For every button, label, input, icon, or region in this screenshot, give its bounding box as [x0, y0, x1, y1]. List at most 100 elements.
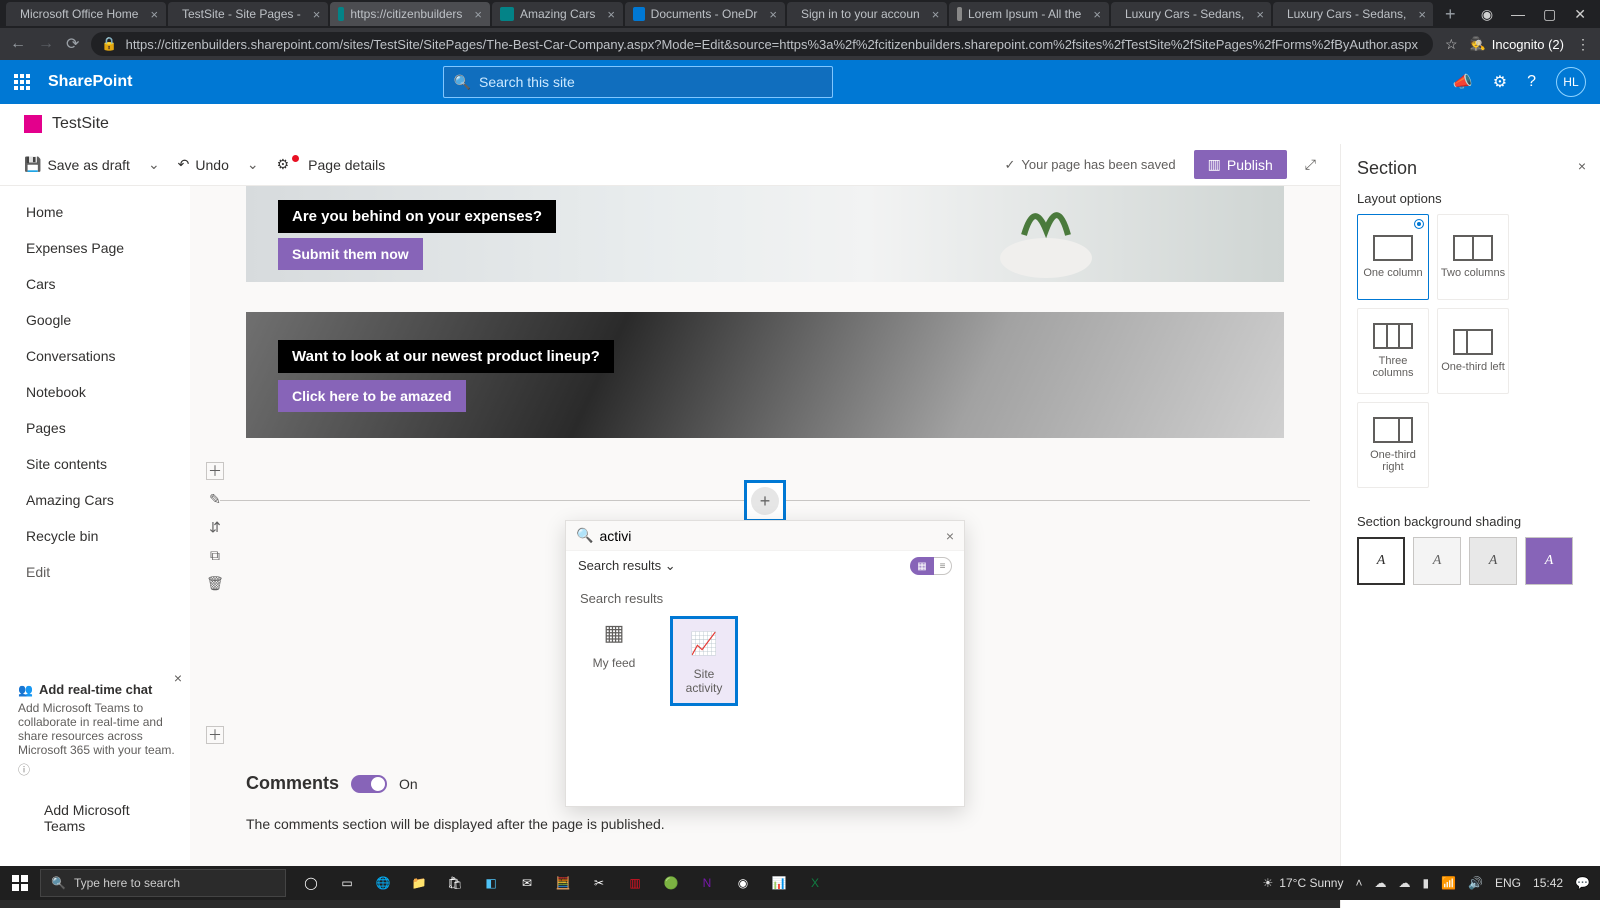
nav-expenses[interactable]: Expenses Page	[0, 230, 190, 266]
empty-section[interactable]: + 🔍 × Search results ⌄ ▦ ≡ Search result…	[190, 468, 1340, 728]
browser-tab[interactable]: Documents - OneDr×	[625, 2, 785, 26]
close-icon[interactable]: ×	[932, 7, 940, 22]
battery-icon[interactable]: ▮	[1422, 876, 1429, 890]
calc-icon[interactable]: 🧮	[548, 869, 578, 897]
browser-tab[interactable]: Lorem Ipsum - All the×	[949, 2, 1109, 26]
browser-tab-active[interactable]: https://citizenbuilders×	[330, 2, 490, 26]
teams-link[interactable]: Add Microsoft Teams	[18, 792, 178, 844]
avatar[interactable]: HL	[1556, 67, 1586, 97]
forward-icon[interactable]: →	[38, 35, 54, 53]
layout-one-column[interactable]: One column	[1357, 214, 1429, 300]
app-icon[interactable]: ▥	[620, 869, 650, 897]
gear-icon[interactable]: ⚙	[1493, 72, 1507, 92]
hero-webpart-1[interactable]: Are you behind on your expenses? Submit …	[246, 186, 1284, 282]
url-input[interactable]: 🔒 https://citizenbuilders.sharepoint.com…	[91, 32, 1433, 56]
language-indicator[interactable]: ENG	[1495, 876, 1521, 890]
chevron-down-icon[interactable]: ⌄	[247, 156, 259, 173]
publish-button[interactable]: ▥Publish	[1194, 150, 1287, 179]
app-launcher-icon[interactable]	[0, 74, 44, 90]
shade-soft[interactable]: A	[1469, 537, 1517, 585]
close-icon[interactable]: ×	[1578, 158, 1586, 174]
wifi-icon[interactable]: 📶	[1441, 876, 1456, 890]
expand-icon[interactable]: ⤢	[1305, 156, 1316, 173]
close-icon[interactable]: ×	[769, 7, 777, 22]
save-draft-button[interactable]: 💾Save as draft	[24, 156, 130, 173]
comments-toggle[interactable]	[351, 775, 387, 793]
incognito-badge[interactable]: 🕵️Incognito (2)	[1470, 36, 1564, 52]
undo-button[interactable]: ↶Undo	[178, 156, 229, 173]
nav-edit[interactable]: Edit	[0, 554, 190, 590]
close-icon[interactable]: ×	[1093, 7, 1101, 22]
close-icon[interactable]: ×	[174, 670, 182, 686]
nav-pages[interactable]: Pages	[0, 410, 190, 446]
view-toggle[interactable]: ▦ ≡	[910, 557, 952, 575]
store-icon[interactable]: 🛍	[440, 869, 470, 897]
page-details-button[interactable]: ⚙Page details	[277, 156, 386, 173]
shade-strong[interactable]: A	[1525, 537, 1573, 585]
mail-icon[interactable]: ✉	[512, 869, 542, 897]
start-button[interactable]	[0, 875, 40, 891]
chevron-down-icon[interactable]: ⌄	[148, 156, 160, 173]
hero-webpart-2[interactable]: Want to look at our newest product lineu…	[246, 312, 1284, 438]
reload-icon[interactable]: ⟳	[66, 34, 79, 54]
info-icon[interactable]: ⓘ	[18, 761, 178, 778]
layout-one-third-right[interactable]: One-third right	[1357, 402, 1429, 488]
shade-none[interactable]: A	[1357, 537, 1405, 585]
browser-tab[interactable]: Luxury Cars - Sedans,×	[1273, 2, 1433, 26]
obs-icon[interactable]: ◉	[728, 869, 758, 897]
nav-site-contents[interactable]: Site contents	[0, 446, 190, 482]
webpart-my-feed[interactable]: ▦ My feed	[580, 616, 648, 706]
clear-icon[interactable]: ×	[946, 528, 954, 544]
explorer-icon[interactable]: 📁	[404, 869, 434, 897]
add-section-below[interactable]: ＋	[206, 726, 224, 744]
new-tab-button[interactable]: +	[1435, 4, 1466, 25]
browser-tab[interactable]: Luxury Cars - Sedans,×	[1111, 2, 1271, 26]
results-dropdown[interactable]: Search results ⌄	[578, 558, 676, 574]
webpart-site-activity[interactable]: 📈 Site activity	[670, 616, 738, 706]
search-input[interactable]: 🔍 Search this site	[443, 66, 833, 98]
webpart-search-input[interactable]	[599, 528, 945, 544]
task-view-icon[interactable]: ◯	[296, 869, 326, 897]
site-name[interactable]: TestSite	[52, 115, 109, 133]
clock[interactable]: 15:42	[1533, 876, 1563, 890]
nav-notebook[interactable]: Notebook	[0, 374, 190, 410]
chrome-icon[interactable]: 🟢	[656, 869, 686, 897]
list-view-icon[interactable]: ≡	[934, 557, 952, 575]
excel-icon[interactable]: X	[800, 869, 830, 897]
layout-two-columns[interactable]: Two columns	[1437, 214, 1509, 300]
kebab-menu-icon[interactable]: ⋮	[1576, 36, 1590, 53]
cortana-icon[interactable]: ▭	[332, 869, 362, 897]
close-window-icon[interactable]: ✕	[1574, 6, 1586, 23]
app-icon[interactable]: ◧	[476, 869, 506, 897]
megaphone-icon[interactable]: 📣	[1453, 72, 1473, 92]
browser-tab[interactable]: Microsoft Office Home×	[6, 2, 166, 26]
minimize-icon[interactable]: —	[1511, 6, 1525, 23]
hero-cta-button[interactable]: Click here to be amazed	[278, 380, 466, 412]
taskbar-search[interactable]: 🔍Type here to search	[40, 869, 286, 897]
app-icon[interactable]: 📊	[764, 869, 794, 897]
grid-view-icon[interactable]: ▦	[910, 557, 934, 575]
browser-tab[interactable]: Amazing Cars×	[492, 2, 623, 26]
maximize-icon[interactable]: ▢	[1543, 6, 1556, 23]
snip-icon[interactable]: ✂	[584, 869, 614, 897]
close-icon[interactable]: ×	[607, 7, 615, 22]
help-icon[interactable]: ?	[1527, 73, 1536, 91]
notifications-icon[interactable]: 💬	[1575, 876, 1590, 890]
layout-one-third-left[interactable]: One-third left	[1437, 308, 1509, 394]
close-icon[interactable]: ×	[313, 7, 321, 22]
onedrive-icon[interactable]: ☁	[1374, 876, 1386, 890]
onenote-icon[interactable]: N	[692, 869, 722, 897]
account-icon[interactable]: ◉	[1481, 6, 1493, 23]
nav-home[interactable]: Home	[0, 194, 190, 230]
nav-conversations[interactable]: Conversations	[0, 338, 190, 374]
close-icon[interactable]: ×	[1418, 7, 1426, 22]
add-webpart-button[interactable]: +	[744, 480, 786, 522]
weather-widget[interactable]: ☀17°C Sunny	[1263, 876, 1344, 890]
nav-amazing-cars[interactable]: Amazing Cars	[0, 482, 190, 518]
volume-icon[interactable]: 🔊	[1468, 876, 1483, 890]
star-icon[interactable]: ☆	[1445, 36, 1458, 53]
browser-tab[interactable]: TestSite - Site Pages -×	[168, 2, 328, 26]
close-icon[interactable]: ×	[474, 7, 482, 22]
close-icon[interactable]: ×	[150, 7, 158, 22]
shade-neutral[interactable]: A	[1413, 537, 1461, 585]
